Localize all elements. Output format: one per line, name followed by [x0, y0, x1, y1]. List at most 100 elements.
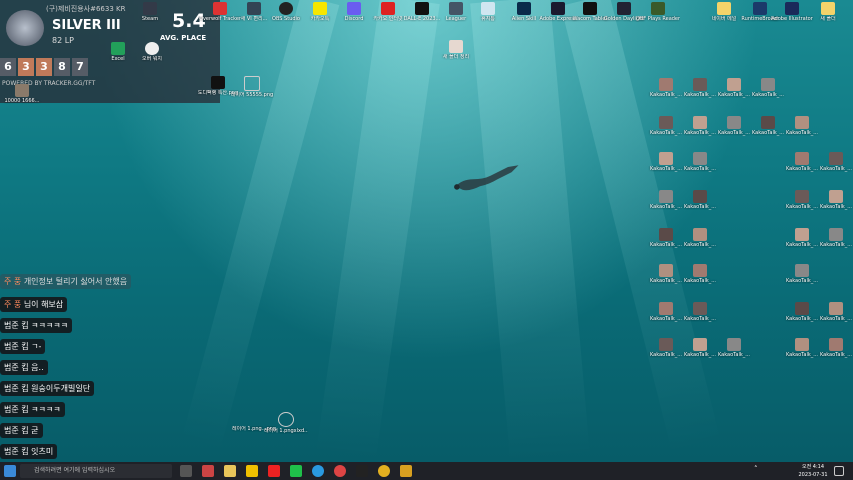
- image-icon: [829, 338, 843, 351]
- desktop-icon[interactable]: KakaoTalk_...: [678, 190, 722, 220]
- avg-place-label: AVG. PLACE: [160, 34, 207, 42]
- chat-text: 굳: [31, 426, 39, 435]
- chat-message: 범준 킴 ㅋㅋㅋㅋㅋ: [0, 318, 72, 333]
- desktop-icon[interactable]: 레이어 55555.png: [230, 76, 274, 106]
- task-view-icon[interactable]: [180, 465, 192, 477]
- image-icon: [659, 302, 673, 315]
- desktop-icon[interactable]: 10000 1666...: [0, 84, 44, 114]
- light-ray: [470, 0, 591, 464]
- image-icon: [244, 76, 260, 91]
- image-icon: [15, 84, 29, 97]
- desktop-icon[interactable]: KakaoTalk_...: [678, 152, 722, 182]
- folder-icon: [821, 2, 835, 15]
- image-icon: [659, 78, 673, 91]
- freediver-image: [454, 165, 519, 191]
- desktop-icon[interactable]: 새 폴더: [806, 2, 850, 32]
- image-icon: [795, 264, 809, 277]
- desktop-icon[interactable]: KakaoTalk_...: [814, 152, 853, 182]
- vi-icon: [247, 2, 261, 15]
- image-icon: [415, 2, 429, 15]
- desktop-icon[interactable]: KakaoTalk_...: [746, 78, 790, 108]
- desktop-icon[interactable]: KakaoTalk_...: [814, 302, 853, 332]
- chat-text: ㅋㅋㅋㅋ: [31, 405, 61, 414]
- desktop-icon[interactable]: Steam: [128, 2, 172, 32]
- placement: 8: [54, 58, 70, 76]
- image-icon: [727, 338, 741, 351]
- image-icon: [659, 338, 673, 351]
- chat-text: 잇츠미: [31, 447, 54, 456]
- placement: 7: [72, 58, 88, 76]
- image-icon: [693, 264, 707, 277]
- app-icon: [651, 2, 665, 15]
- app-icon[interactable]: [356, 465, 368, 477]
- recycle-bin-icon: [481, 2, 495, 15]
- naver-icon[interactable]: [290, 465, 302, 477]
- desktop-icon[interactable]: KakaoTalk_...: [814, 338, 853, 368]
- desktop-icon[interactable]: 오버 워치: [130, 42, 174, 72]
- chat-author: 범준 킴: [4, 426, 29, 435]
- start-icon[interactable]: [4, 465, 16, 477]
- desktop-icon[interactable]: KakaoTalk_...: [678, 264, 722, 294]
- image-icon: [795, 152, 809, 165]
- chrome-icon[interactable]: [378, 465, 390, 477]
- image-icon: [693, 302, 707, 315]
- chat-author: 범준 킴: [4, 447, 29, 456]
- image-icon: [795, 302, 809, 315]
- desktop-icon[interactable]: 레이어 1.pngxlxd...: [264, 412, 308, 442]
- image-icon: [693, 338, 707, 351]
- adobe-express-icon: [551, 2, 565, 15]
- image-icon: [693, 78, 707, 91]
- image-icon: [247, 412, 261, 425]
- steam-icon: [143, 2, 157, 15]
- app-icon: [381, 2, 395, 15]
- image-icon: [727, 116, 741, 129]
- chat-text: 개인정보 털리기 싫어서 안했음: [23, 277, 128, 286]
- file-explorer-icon[interactable]: [224, 465, 236, 477]
- rank-emblem-icon: [6, 10, 44, 46]
- desktop-icon[interactable]: DBF Plays Reader: [636, 2, 680, 32]
- chat-text: 님이 해보삼: [23, 300, 64, 309]
- obs-icon: [279, 2, 293, 15]
- desktop-icon[interactable]: KakaoTalk_...: [678, 302, 722, 332]
- image-icon: [659, 264, 673, 277]
- placement: 3: [36, 58, 52, 76]
- image-icon: [829, 302, 843, 315]
- image-icon: [795, 228, 809, 241]
- tray-up-icon[interactable]: ˄: [754, 465, 762, 477]
- app-icon[interactable]: [400, 465, 412, 477]
- chrome-icon[interactable]: [334, 465, 346, 477]
- placements: 6 3 3 8 7: [0, 58, 88, 76]
- adobe-icon: [785, 2, 799, 15]
- taskbar-search[interactable]: 검색하려면 여기에 입력하십시오: [20, 464, 172, 478]
- app-icon[interactable]: [202, 465, 214, 477]
- notification-icon[interactable]: [834, 466, 844, 476]
- youtube-icon[interactable]: [268, 465, 280, 477]
- image-icon: [761, 78, 775, 91]
- app-icon: [213, 2, 227, 15]
- clock[interactable]: 오전 4:14 2023-07-31: [796, 463, 830, 479]
- app-icon: [449, 2, 463, 15]
- image-icon: [829, 190, 843, 203]
- edge-icon[interactable]: [312, 465, 324, 477]
- excel-icon: [111, 42, 125, 55]
- image-icon: [449, 40, 463, 53]
- desktop-icon[interactable]: KakaoTalk_...: [678, 228, 722, 258]
- desktop-icon[interactable]: KakaoTalk_...: [780, 116, 824, 146]
- image-icon: [659, 190, 673, 203]
- desktop-icon[interactable]: KakaoTalk_...: [814, 190, 853, 220]
- placement: 3: [18, 58, 34, 76]
- sticky-icon[interactable]: [246, 465, 258, 477]
- image-icon: [693, 190, 707, 203]
- desktop-icon[interactable]: 새 폴더 정리: [434, 40, 478, 70]
- desktop-icon[interactable]: KakaoTalk_...: [780, 264, 824, 294]
- app-icon: [753, 2, 767, 15]
- kakaotalk-icon: [313, 2, 327, 15]
- desktop-icon[interactable]: KakaoTalk_...: [712, 338, 756, 368]
- chat-message: 범준 킴 ㄱ-: [0, 339, 46, 354]
- desktop-icon[interactable]: KakaoTalk_...: [814, 228, 853, 258]
- chat-author: 범준 킴: [4, 342, 29, 351]
- chat-message: 범준 킴 잇츠미: [0, 444, 58, 459]
- chat-text: ㄱ-: [31, 342, 42, 351]
- summoner-name: (구)제비진용사#6633 KR: [46, 5, 126, 13]
- app-icon: [517, 2, 531, 15]
